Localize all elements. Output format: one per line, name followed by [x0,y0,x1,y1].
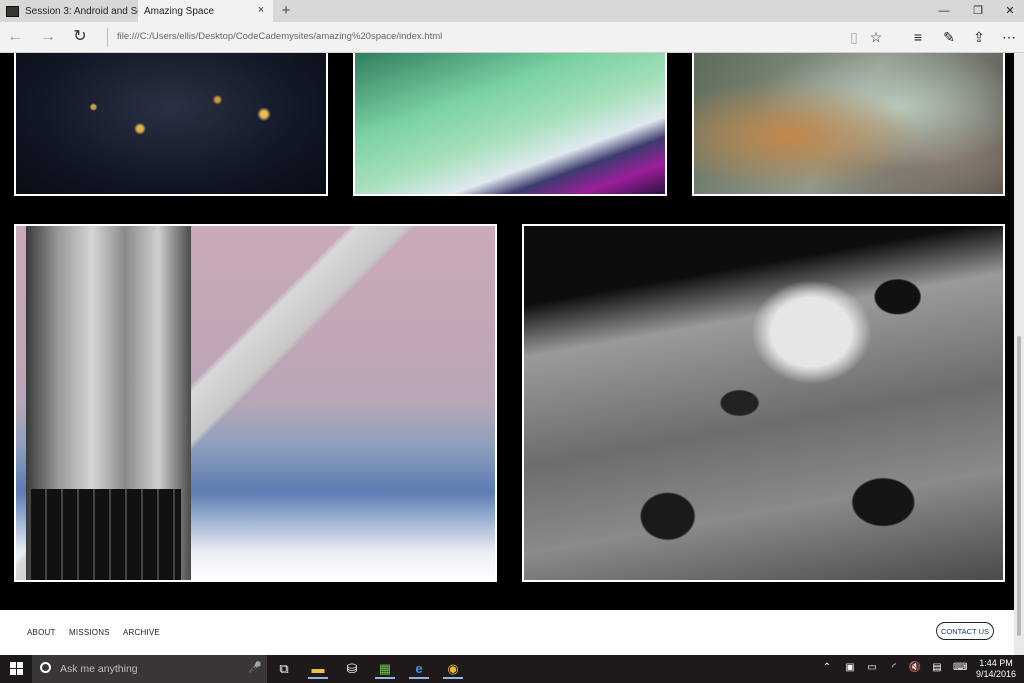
address-bar[interactable]: file:///C:/Users/ellis/Desktop/CodeCadem… [117,31,442,42]
restore-button[interactable]: ❐ [961,0,995,22]
tab-label: Amazing Space [144,5,215,17]
aurora-from-station-image [353,53,667,196]
more-icon[interactable]: ⋯ [999,27,1019,47]
divider [107,28,108,47]
clock-date: 9/14/2016 [975,669,1017,679]
device-icon[interactable]: ▣ [843,661,857,675]
browser-toolbar: ← → ↻ file:///C:/Users/ellis/Desktop/Cod… [0,22,1024,53]
hubble-telescope-image [14,224,497,582]
favicon-icon [6,5,19,17]
telescope-shape [26,226,191,580]
site-footer: ABOUT MISSIONS ARCHIVE CONTACT US [0,610,1014,655]
keyboard-icon[interactable]: ⌨ [953,661,967,675]
scrollbar-thumb[interactable] [1017,336,1021,636]
page-scrollbar[interactable] [1014,53,1024,655]
chrome-icon[interactable]: ◉ [443,659,463,679]
page-content: ABOUT MISSIONS ARCHIVE CONTACT US [0,53,1014,655]
tab-label: Session 3: Android and Soft [25,5,138,17]
close-window-button[interactable]: ✕ [993,0,1024,22]
forward-button[interactable]: → [37,26,59,48]
favorite-star-icon[interactable]: ☆ [866,27,886,47]
new-tab-button[interactable]: + [279,2,293,20]
windows-taskbar: Ask me anything 🎤 ⧉ ▬ ⛁ ▦ e ◉ ⌃ ▣ ▭ ◜ 🔇 … [0,655,1024,683]
minimize-button[interactable]: — [927,0,961,22]
share-icon[interactable]: ⇪ [969,27,989,47]
volume-muted-icon[interactable]: 🔇 [908,661,922,675]
search-placeholder: Ask me anything [60,663,138,675]
back-button[interactable]: ← [4,26,26,48]
action-center-icon[interactable]: ▤ [930,661,944,675]
file-explorer-icon[interactable]: ▬ [308,659,328,679]
store-icon[interactable]: ⛁ [342,659,362,679]
spreadsheet-app-icon[interactable]: ▦ [375,659,395,679]
wifi-icon[interactable]: ◜ [887,661,901,675]
cortana-search-box[interactable]: Ask me anything 🎤 [32,655,267,683]
footer-link-missions[interactable]: MISSIONS [69,628,110,637]
nebula-image [692,53,1005,196]
tab-amazing-space[interactable]: Amazing Space × [138,0,273,62]
windows-start-icon[interactable] [10,662,24,676]
battery-icon[interactable]: ▭ [865,661,879,675]
close-tab-icon[interactable]: × [255,4,267,16]
footer-link-archive[interactable]: ARCHIVE [123,628,160,637]
reading-view-icon[interactable]: ▯ [844,27,864,47]
footer-link-about[interactable]: ABOUT [27,628,56,637]
browser-tab-strip: Session 3: Android and Soft Amazing Spac… [0,0,1024,62]
cortana-icon [40,662,51,673]
contact-us-button[interactable]: CONTACT US [936,622,994,640]
tab-session-3[interactable]: Session 3: Android and Soft [0,0,138,22]
hub-icon[interactable]: ≡ [908,27,928,47]
system-clock[interactable]: 1:44 PM 9/14/2016 [972,658,1020,680]
edge-browser-icon[interactable]: e [409,659,429,679]
refresh-button[interactable]: ↻ [69,26,91,48]
clock-time: 1:44 PM [979,658,1013,668]
show-hidden-icons-icon[interactable]: ⌃ [820,661,834,675]
earth-at-night-image [14,53,328,196]
microphone-icon[interactable]: 🎤 [248,661,262,674]
task-view-icon[interactable]: ⧉ [274,659,294,679]
web-note-icon[interactable]: ✎ [939,27,959,47]
lunar-surface-image [522,224,1005,582]
